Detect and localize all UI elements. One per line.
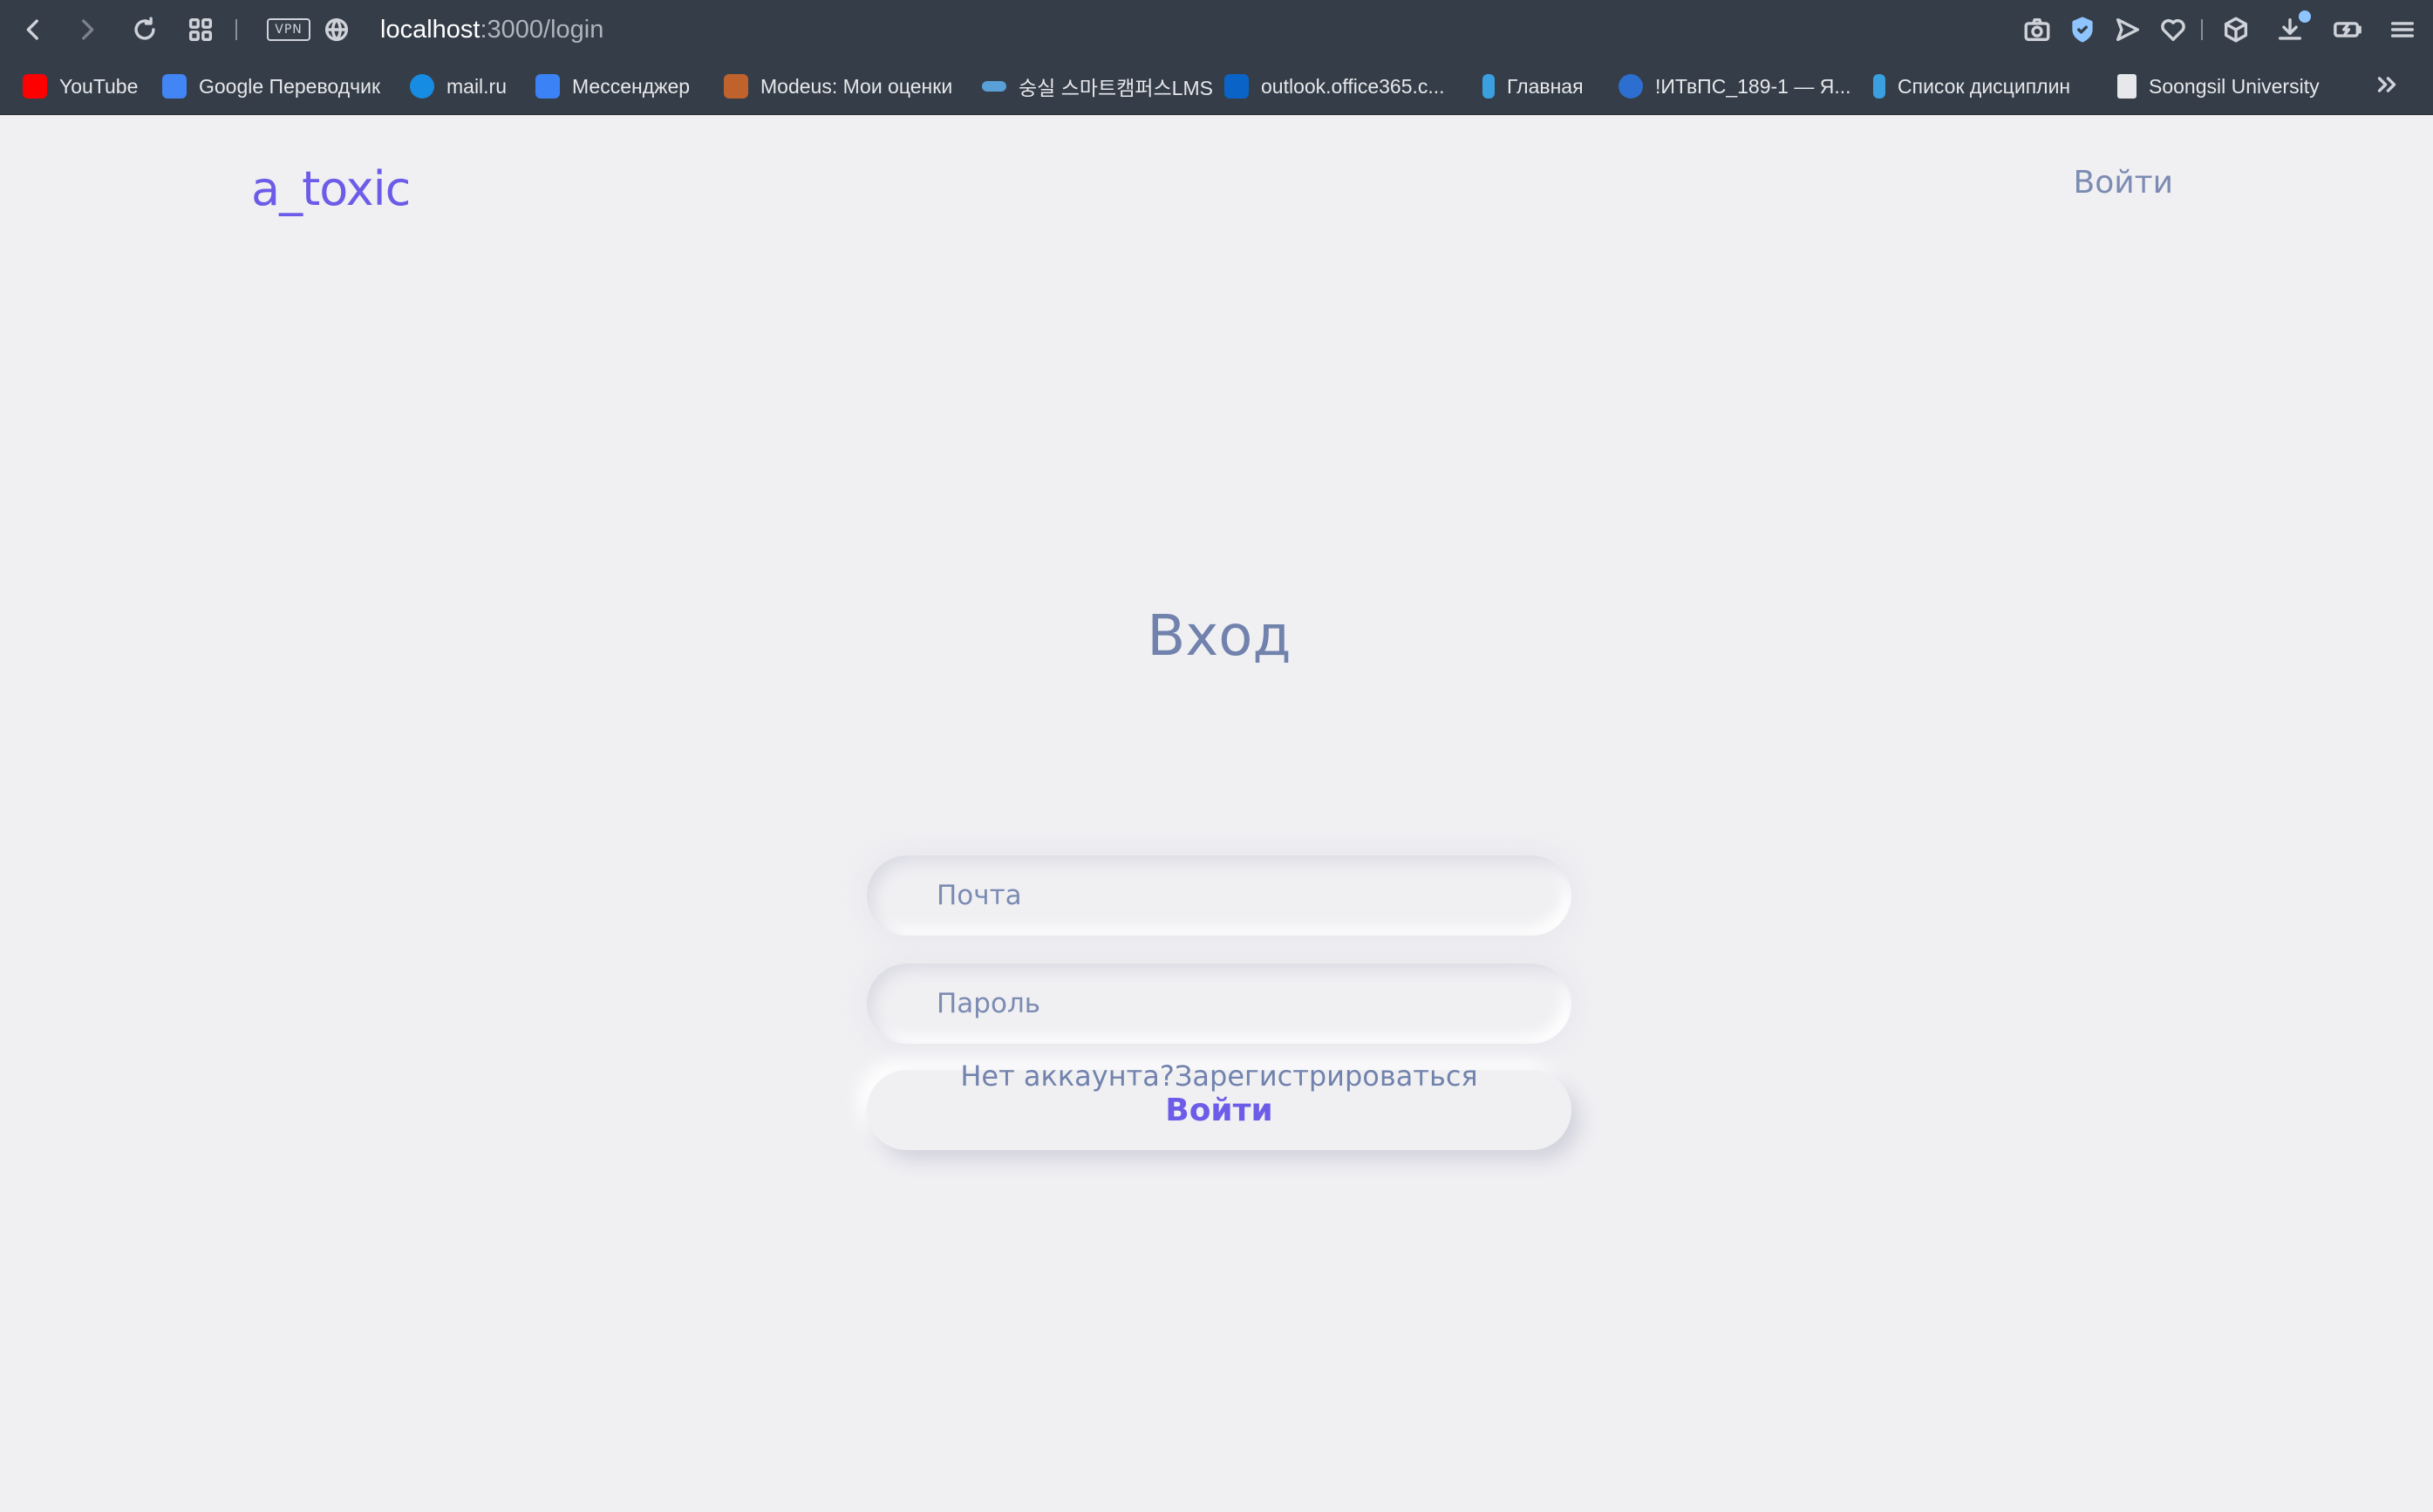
bookmark-mailru[interactable]: mail.ru bbox=[410, 66, 507, 106]
graduation-cap-icon bbox=[724, 74, 748, 99]
youtube-icon bbox=[23, 74, 47, 99]
google-translate-icon bbox=[162, 74, 187, 99]
download-badge bbox=[2299, 10, 2311, 23]
back-icon[interactable] bbox=[16, 12, 51, 47]
mailru-icon bbox=[410, 74, 434, 99]
bookmark-label: Modeus: Мои оценки bbox=[760, 74, 953, 98]
password-field-wrapper bbox=[867, 964, 1571, 1044]
bookmark-label: Мессенджер bbox=[572, 74, 691, 98]
bookmark-itvps[interactable]: !ИТвПС_189-1 — Я... bbox=[1619, 66, 1851, 106]
bookmark-label: Список дисциплин bbox=[1898, 74, 2071, 98]
document-icon bbox=[2117, 74, 2137, 99]
header-login-link[interactable]: Войти bbox=[2074, 165, 2174, 201]
cube-icon[interactable] bbox=[2218, 12, 2253, 47]
battery-icon[interactable] bbox=[2330, 12, 2365, 47]
address-bar[interactable]: localhost:3000/login bbox=[380, 12, 603, 47]
outlook-icon bbox=[1224, 74, 1249, 99]
bookmark-outlook[interactable]: outlook.office365.c... bbox=[1224, 66, 1445, 106]
reload-icon[interactable] bbox=[127, 12, 162, 47]
site-icon bbox=[1873, 74, 1885, 99]
bookmark-label: outlook.office365.c... bbox=[1261, 74, 1445, 98]
toolbar-divider bbox=[2201, 19, 2203, 40]
bookmark-soongsil-lms[interactable]: 숭실 스마트캠퍼스LMS bbox=[982, 66, 1213, 106]
bookmark-label: Soongsil University bbox=[2149, 74, 2320, 98]
messenger-icon bbox=[535, 74, 560, 99]
password-input[interactable] bbox=[867, 964, 1571, 1044]
camera-icon[interactable] bbox=[2020, 12, 2055, 47]
bookmark-label: Google Переводчик bbox=[199, 74, 381, 98]
site-logo[interactable]: a_toxic bbox=[251, 161, 411, 216]
bookmark-label: mail.ru bbox=[446, 74, 508, 98]
site-icon bbox=[1482, 74, 1495, 99]
bookmark-label: Главная bbox=[1507, 74, 1584, 98]
no-account-text: Нет аккаунта? bbox=[960, 1059, 1175, 1093]
browser-toolbar: VPN localhost:3000/login bbox=[0, 0, 2433, 59]
more-bookmarks-icon[interactable] bbox=[2372, 70, 2407, 105]
url-host: localhost bbox=[380, 16, 480, 44]
bookmark-modeus[interactable]: Modeus: Мои оценки bbox=[724, 66, 952, 106]
menu-icon[interactable] bbox=[2385, 12, 2420, 47]
bookmark-label: !ИТвПС_189-1 — Я... bbox=[1655, 74, 1851, 98]
bookmark-label: YouTube bbox=[59, 74, 139, 98]
bookmark-google-translate[interactable]: Google Переводчик bbox=[162, 66, 380, 106]
bookmark-soongsil-university[interactable]: Soongsil University bbox=[2117, 66, 2320, 106]
bookmark-label: 숭실 스마트캠퍼스LMS bbox=[1019, 77, 1213, 99]
bookmark-youtube[interactable]: YouTube bbox=[23, 66, 138, 106]
page: a_toxic Войти Вход Войти Нет аккаунта?За… bbox=[0, 116, 2433, 1512]
toolbar-divider bbox=[235, 19, 237, 40]
bookmark-disciplines[interactable]: Список дисциплин bbox=[1873, 66, 2070, 106]
globe-icon[interactable] bbox=[319, 12, 354, 47]
register-link[interactable]: Зарегистрироваться bbox=[1175, 1059, 1478, 1093]
signup-prompt: Нет аккаунта?Зарегистрироваться bbox=[867, 1059, 1571, 1093]
send-icon[interactable] bbox=[2110, 12, 2145, 47]
heart-icon[interactable] bbox=[2156, 12, 2191, 47]
email-field-wrapper bbox=[867, 855, 1571, 936]
lms-icon bbox=[982, 81, 1006, 92]
bookmark-messenger[interactable]: Мессенджер bbox=[535, 66, 690, 106]
forward-icon[interactable] bbox=[70, 12, 105, 47]
form-title: Вход bbox=[1147, 604, 1291, 669]
shield-check-icon[interactable] bbox=[2065, 12, 2100, 47]
bookmark-glavnaya[interactable]: Главная bbox=[1482, 66, 1584, 106]
yandex-disk-icon bbox=[1619, 74, 1643, 99]
email-input[interactable] bbox=[867, 855, 1571, 936]
url-path: :3000/login bbox=[480, 16, 604, 44]
tab-grid-icon[interactable] bbox=[183, 12, 218, 47]
vpn-badge[interactable]: VPN bbox=[267, 18, 310, 41]
